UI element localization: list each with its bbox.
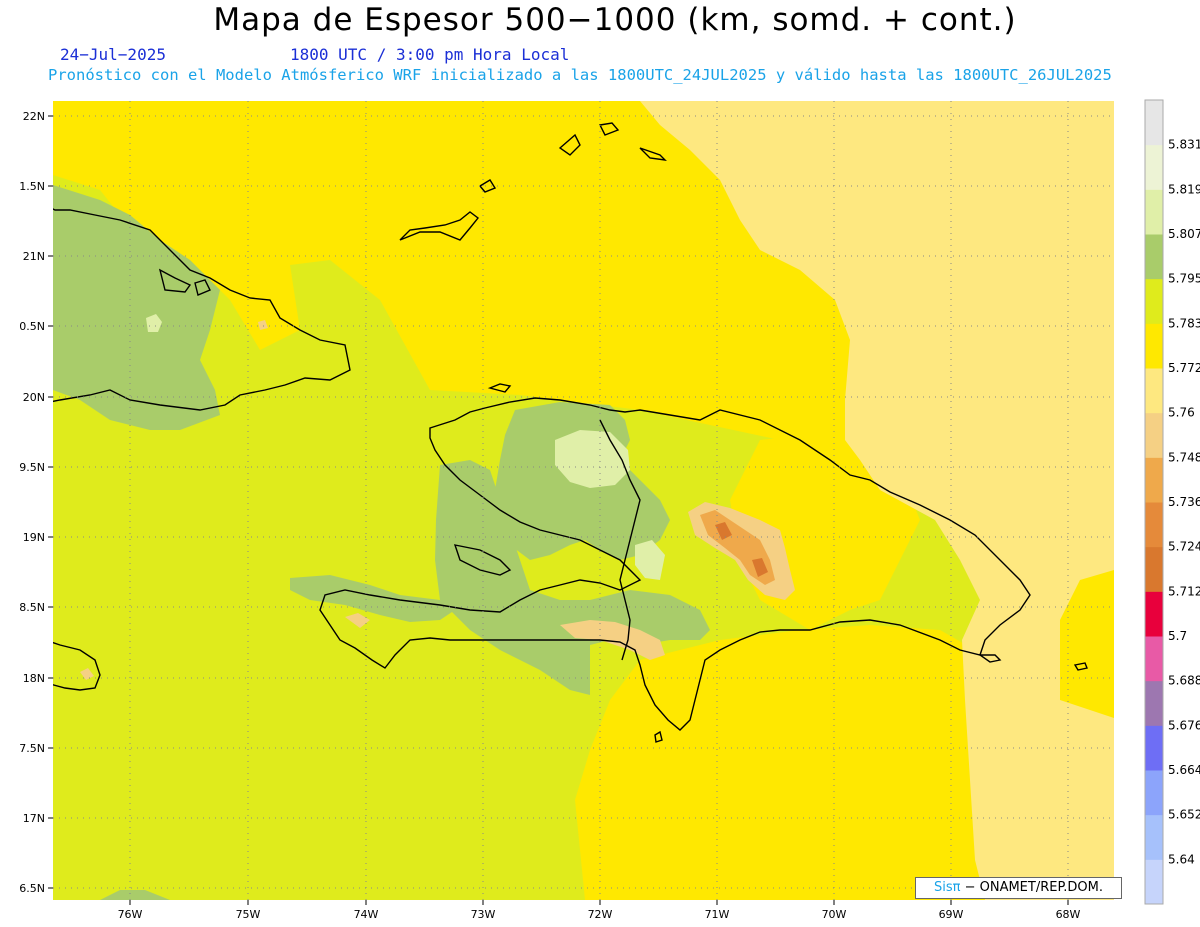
legend-label: 5.676 (1168, 718, 1200, 732)
legend-label: 5.819 (1168, 182, 1200, 196)
lon-label: 75W (236, 908, 261, 921)
lat-label: 9.5N (19, 461, 45, 474)
credit-box: Sisπ − ONAMET/REP.DOM. (915, 877, 1122, 899)
lat-label: 0.5N (19, 320, 45, 333)
legend-swatch (1145, 457, 1163, 503)
thickness-map: 22N 1.5N 21N 0.5N 20N 9.5N 19N 8.5N 18N … (19, 99, 1200, 921)
lat-label: 18N (23, 672, 45, 685)
lat-label: 22N (23, 110, 45, 123)
lat-label: 8.5N (19, 601, 45, 614)
legend-label: 5.652 (1168, 808, 1200, 822)
legend-swatch (1145, 814, 1163, 860)
color-legend: 5.831 5.819 5.807 5.795 5.783 5.772 5.76 5.748 5… (1144, 99, 1200, 905)
legend-swatch (1145, 234, 1163, 280)
legend-label: 5.831 (1168, 138, 1200, 152)
legend-label: 5.724 (1168, 540, 1200, 554)
legend-swatch (1145, 636, 1163, 682)
lat-label: 20N (23, 391, 45, 404)
legend-swatch (1145, 323, 1163, 369)
legend-swatch (1145, 680, 1163, 726)
legend-label: 5.688 (1168, 674, 1200, 688)
legend-label: 5.748 (1168, 450, 1200, 464)
legend-swatch (1145, 412, 1163, 458)
legend-label: 5.712 (1168, 584, 1200, 598)
lon-label: 70W (822, 908, 847, 921)
credit-brand: Sisπ (933, 880, 961, 895)
lat-label: 17N (23, 812, 45, 825)
legend-label: 5.736 (1168, 495, 1200, 509)
legend-label: 5.772 (1168, 361, 1200, 375)
legend-label: 5.7 (1168, 629, 1187, 643)
legend-swatch (1145, 859, 1163, 905)
legend-swatch (1145, 591, 1163, 637)
legend-swatch (1145, 725, 1163, 771)
legend-swatch (1145, 502, 1163, 548)
credit-text: − ONAMET/REP.DOM. (964, 880, 1104, 895)
legend-label: 5.795 (1168, 272, 1200, 286)
lon-label: 68W (1056, 908, 1081, 921)
latitude-axis: 22N 1.5N 21N 0.5N 20N 9.5N 19N 8.5N 18N … (19, 110, 53, 895)
lat-label: 7.5N (19, 742, 45, 755)
legend-label: 5.783 (1168, 316, 1200, 330)
lon-label: 74W (354, 908, 379, 921)
lat-label: 1.5N (19, 180, 45, 193)
lon-label: 76W (118, 908, 143, 921)
legend-swatch (1145, 189, 1163, 235)
legend-swatch (1145, 144, 1163, 190)
legend-swatch (1145, 278, 1163, 324)
map-plot-area (53, 101, 1114, 900)
lon-label: 73W (471, 908, 496, 921)
legend-label: 5.76 (1168, 406, 1195, 420)
longitude-axis: 76W 75W 74W 73W 72W 71W 70W 69W 68W (118, 900, 1081, 921)
legend-swatch (1145, 368, 1163, 414)
lon-label: 69W (939, 908, 964, 921)
legend-label: 5.64 (1168, 852, 1195, 866)
lon-label: 71W (705, 908, 730, 921)
lat-label: 6.5N (19, 882, 45, 895)
lat-label: 21N (23, 250, 45, 263)
legend-swatch (1145, 546, 1163, 592)
legend-label: 5.664 (1168, 763, 1200, 777)
legend-swatch (1145, 770, 1163, 816)
legend-swatch (1145, 100, 1163, 146)
lat-label: 19N (23, 531, 45, 544)
legend-label: 5.807 (1168, 227, 1200, 241)
lon-label: 72W (588, 908, 613, 921)
